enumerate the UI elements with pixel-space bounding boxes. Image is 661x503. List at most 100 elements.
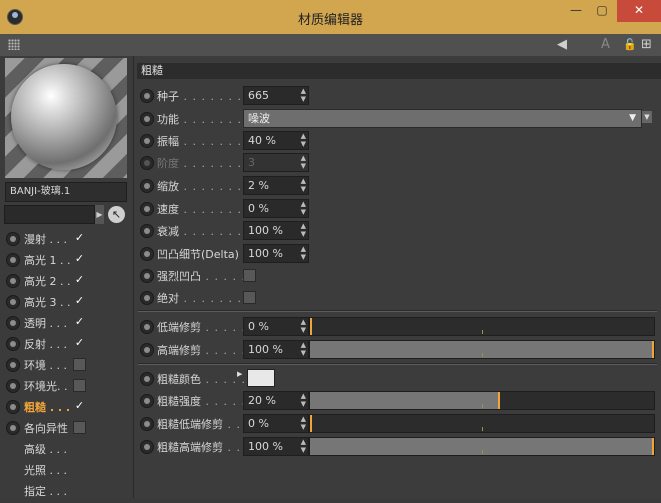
rough-strength-input[interactable]: 20 % ▲ ▼ — [243, 391, 309, 410]
spinner-icon[interactable]: ▲ ▼ — [301, 245, 306, 261]
expand-triangle-icon[interactable]: ▶ — [237, 370, 242, 378]
slider-knob[interactable] — [498, 392, 501, 409]
rough-low-clip-input[interactable]: 0 % ▲ ▼ — [243, 414, 309, 433]
dropdown-menu-icon[interactable]: ▼ — [642, 111, 652, 123]
channel-transparency[interactable]: 透明 . . . ✓ — [6, 312, 128, 332]
channel-checkbox[interactable]: ✓ — [73, 316, 86, 329]
material-field[interactable] — [4, 205, 95, 224]
maximize-button[interactable]: ▢ — [592, 0, 612, 22]
channel-anisotropy[interactable]: 各向异性 — [6, 417, 128, 437]
material-preview[interactable] — [5, 58, 127, 178]
channel-radio[interactable] — [6, 232, 20, 246]
channel-checkbox[interactable]: ✓ — [73, 274, 86, 287]
channel-radio[interactable] — [6, 253, 20, 267]
spinner-icon[interactable]: ▲ ▼ — [301, 341, 306, 357]
pick-cursor-icon[interactable]: ↖ — [108, 206, 125, 223]
lock-icon[interactable]: 🔓 — [623, 37, 637, 53]
attenuation-input[interactable]: 100 % ▲ ▼ — [243, 221, 309, 240]
strong-bump-checkbox[interactable] — [243, 269, 256, 282]
channel-radio[interactable] — [6, 358, 20, 372]
channel-diffuse[interactable]: 漫射 . . . ✓ — [6, 228, 128, 248]
channel-radio[interactable] — [6, 337, 20, 351]
rough-high-clip-slider[interactable] — [309, 437, 655, 456]
channel-radio[interactable] — [6, 295, 20, 309]
param-radio[interactable] — [140, 372, 154, 386]
absolute-checkbox[interactable] — [243, 291, 256, 304]
expand-arrow-icon[interactable]: ▶ — [95, 205, 104, 224]
channel-ambient[interactable]: 环境光. . — [6, 375, 128, 395]
channel-checkbox[interactable]: ✓ — [73, 337, 86, 350]
grip-icon[interactable] — [8, 39, 20, 50]
channel-reflection[interactable]: 反射 . . . ✓ — [6, 333, 128, 353]
slider-knob[interactable] — [310, 318, 312, 335]
spinner-icon[interactable]: ▲ ▼ — [301, 87, 306, 103]
text-icon[interactable]: A — [601, 37, 610, 53]
param-radio[interactable] — [140, 134, 154, 148]
spinner-icon[interactable]: ▲ ▼ — [301, 222, 306, 238]
add-icon[interactable]: ⊞ — [641, 37, 652, 53]
channel-checkbox[interactable] — [73, 421, 86, 434]
amplitude-input[interactable]: 40 % ▲ ▼ — [243, 131, 309, 150]
param-radio[interactable] — [140, 440, 154, 454]
channel-specular-2[interactable]: 高光 2 . . ✓ — [6, 270, 128, 290]
close-button[interactable]: ✕ — [617, 0, 661, 22]
channel-radio[interactable] — [6, 316, 20, 330]
rough-strength-slider[interactable] — [309, 391, 655, 410]
channel-checkbox[interactable]: ✓ — [73, 232, 86, 245]
param-radio[interactable] — [140, 247, 154, 261]
rough-color-swatch[interactable] — [247, 369, 275, 387]
channel-environment[interactable]: 环境 . . . — [6, 354, 128, 374]
param-radio[interactable] — [140, 269, 154, 283]
material-name[interactable]: BANJI-玻璃.1 — [5, 182, 127, 202]
channel-radio[interactable] — [6, 400, 20, 414]
spinner-icon[interactable]: ▲ ▼ — [301, 318, 306, 334]
channel-roughness[interactable]: 粗糙 . . . ✓ — [6, 396, 128, 416]
rough-low-clip-slider[interactable] — [309, 414, 655, 433]
attribute-panel: 粗糙 种子 . . . . . . . . 665 ▲ ▼ 功能 . . . . .… — [134, 56, 661, 498]
scale-input[interactable]: 2 % ▲ ▼ — [243, 176, 309, 195]
spinner-icon[interactable]: ▲ ▼ — [301, 438, 306, 454]
spinner-icon[interactable]: ▲ ▼ — [301, 415, 306, 431]
slider-knob[interactable] — [310, 415, 312, 432]
spinner-icon[interactable]: ▲ ▼ — [301, 392, 306, 408]
channel-checkbox[interactable]: ✓ — [73, 253, 86, 266]
param-radio[interactable] — [140, 89, 154, 103]
param-radio[interactable] — [140, 202, 154, 216]
param-radio[interactable] — [140, 320, 154, 334]
spinner-icon[interactable]: ▲ ▼ — [301, 200, 306, 216]
param-radio[interactable] — [140, 112, 154, 126]
high-clip-slider[interactable] — [309, 340, 655, 359]
param-radio[interactable] — [140, 291, 154, 305]
channel-radio[interactable] — [6, 421, 20, 435]
param-radio[interactable] — [140, 394, 154, 408]
function-dropdown[interactable]: 噪波 ▼ — [243, 109, 642, 128]
channel-radio[interactable] — [6, 274, 20, 288]
low-clip-slider[interactable] — [309, 317, 655, 336]
bump-detail-input[interactable]: 100 % ▲ ▼ — [243, 244, 309, 263]
sub-item-assignment[interactable]: 指定 . . . — [24, 483, 67, 503]
seed-input[interactable]: 665 ▲ ▼ — [243, 86, 309, 105]
channel-radio[interactable] — [6, 379, 20, 393]
channel-specular-3[interactable]: 高光 3 . . ✓ — [6, 291, 128, 311]
param-radio[interactable] — [140, 343, 154, 357]
channel-checkbox[interactable]: ✓ — [73, 400, 86, 413]
channel-specular-1[interactable]: 高光 1 . . ✓ — [6, 249, 128, 269]
spinner-icon[interactable]: ▲ ▼ — [301, 132, 306, 148]
sub-item-illumination[interactable]: 光照 . . . — [24, 462, 67, 482]
low-clip-input[interactable]: 0 % ▲ ▼ — [243, 317, 309, 336]
high-clip-input[interactable]: 100 % ▲ ▼ — [243, 340, 309, 359]
rough-high-clip-input[interactable]: 100 % ▲ ▼ — [243, 437, 309, 456]
channel-checkbox[interactable] — [73, 379, 86, 392]
slider-knob[interactable] — [652, 438, 654, 455]
slider-knob[interactable] — [652, 341, 654, 358]
minimize-button[interactable]: — — [566, 0, 586, 22]
param-radio[interactable] — [140, 417, 154, 431]
param-radio[interactable] — [140, 179, 154, 193]
speed-input[interactable]: 0 % ▲ ▼ — [243, 199, 309, 218]
sub-item-advanced[interactable]: 高级 . . . — [24, 441, 67, 461]
spinner-icon[interactable]: ▲ ▼ — [301, 177, 306, 193]
channel-checkbox[interactable] — [73, 358, 86, 371]
channel-checkbox[interactable]: ✓ — [73, 295, 86, 308]
back-arrow-icon[interactable]: ◀ — [557, 37, 567, 53]
param-radio[interactable] — [140, 224, 154, 238]
